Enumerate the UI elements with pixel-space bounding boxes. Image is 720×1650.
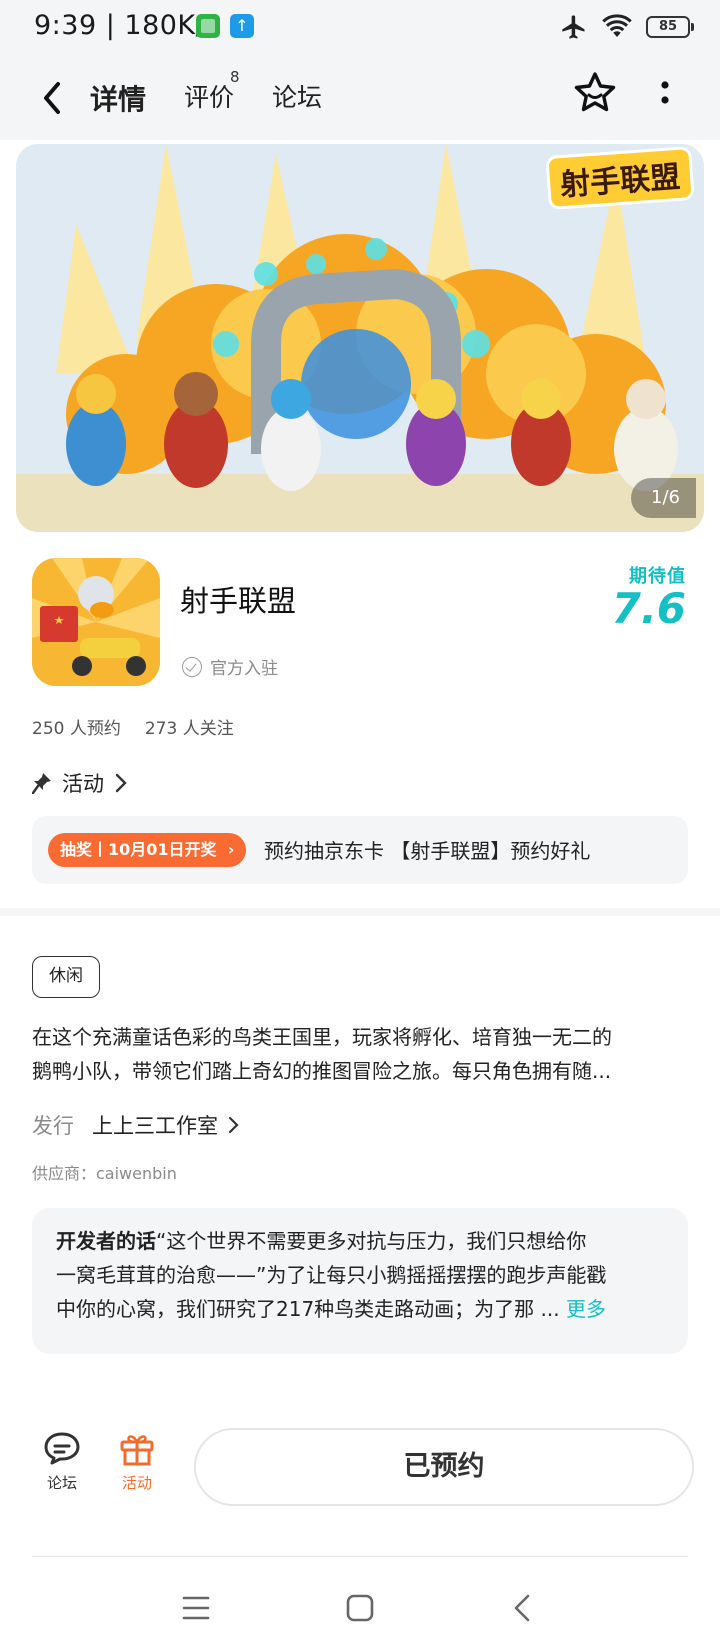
gift-icon bbox=[120, 1435, 154, 1466]
screenshot-carousel[interactable]: 射手联盟 1/6 bbox=[16, 144, 704, 532]
developer-note-text: 一窝毛茸茸的治愈——”为了让每只小鹅摇摇摆摆的跑步声能戳 bbox=[56, 1263, 607, 1287]
menu-icon[interactable] bbox=[176, 1588, 216, 1628]
section-divider bbox=[0, 908, 720, 916]
developer-note[interactable]: 开发者的话“这个世界不需要更多对抗与压力，我们只想给你 一窝毛茸茸的治愈——”为… bbox=[32, 1208, 688, 1354]
wifi-icon bbox=[602, 14, 632, 37]
top-nav: 详情 评价 8 论坛 bbox=[0, 56, 720, 140]
description-line: 鹅鸭小队，带领它们踏上奇幻的推图冒险之旅。每只角色拥有随... bbox=[32, 1059, 612, 1083]
expect-score: 7.6 bbox=[611, 584, 686, 633]
description[interactable]: 在这个充满童话色彩的鸟类王国里，玩家将孵化、培育独一无二的 鹅鸭小队，带领它们踏… bbox=[32, 1020, 688, 1088]
activity-label: 活动 bbox=[121, 1474, 152, 1492]
stats-row: 250 人预约 273 人关注 bbox=[32, 714, 234, 739]
developer-note-title: 开发者的话 bbox=[56, 1229, 156, 1253]
home-icon[interactable] bbox=[340, 1588, 380, 1628]
more-link[interactable]: 更多 bbox=[566, 1297, 606, 1321]
airplane-icon bbox=[562, 15, 585, 39]
more-icon[interactable] bbox=[650, 74, 680, 114]
status-right: 85 bbox=[560, 12, 694, 42]
system-nav-bar bbox=[0, 1570, 720, 1650]
forum-button[interactable]: 论坛 bbox=[32, 1430, 92, 1493]
tab-detail-label: 详情 bbox=[90, 83, 147, 116]
status-time: 9:39 | 180K/s bbox=[34, 10, 220, 41]
chevron-right-icon bbox=[115, 773, 127, 793]
developer-note-text: 中你的心窝，我们研究了217种鸟类走路动画；为了那 ... bbox=[56, 1297, 560, 1321]
forum-icon bbox=[44, 1432, 80, 1465]
genre-tag[interactable]: 休闲 bbox=[32, 956, 100, 998]
activity-text: 预约抽京东卡 【射手联盟】预约好礼 bbox=[264, 839, 591, 863]
activity-title: 活动 bbox=[62, 772, 104, 796]
forum-label: 论坛 bbox=[46, 1474, 77, 1492]
official-badge: 官方入驻 bbox=[182, 654, 278, 679]
chevron-right-icon: › bbox=[222, 840, 235, 859]
follower-count: 273 人关注 bbox=[144, 719, 234, 739]
chevron-right-icon bbox=[228, 1116, 239, 1134]
supplier-info: 供应商：caiwenbin bbox=[32, 1164, 177, 1183]
publisher-label: 发行 bbox=[32, 1114, 74, 1138]
carousel-counter: 1/6 bbox=[631, 478, 696, 518]
app-notification-icon bbox=[196, 14, 220, 38]
bottom-action-bar: 论坛 活动 已预约 bbox=[0, 1420, 720, 1520]
system-divider bbox=[32, 1556, 688, 1557]
star-icon[interactable] bbox=[572, 70, 618, 116]
review-count-badge: 8 bbox=[230, 68, 240, 86]
description-line: 在这个充满童话色彩的鸟类王国里，玩家将孵化、培育独一无二的 bbox=[32, 1025, 612, 1049]
status-bar: 9:39 | 180K/s ↑ 85 bbox=[0, 0, 720, 56]
activity-button[interactable]: 活动 bbox=[107, 1430, 167, 1493]
official-label: 官方入驻 bbox=[210, 659, 278, 679]
upload-notification-icon: ↑ bbox=[230, 14, 254, 38]
lottery-tag: 抽奖丨10月01日开奖 › bbox=[48, 833, 247, 867]
pin-icon bbox=[32, 773, 51, 794]
developer-note-text: “这个世界不需要更多对抗与压力，我们只想给你 bbox=[156, 1229, 587, 1253]
battery-icon: 85 bbox=[646, 16, 694, 38]
app-icon-art bbox=[32, 558, 160, 686]
back-arrow-icon[interactable] bbox=[504, 1588, 544, 1628]
publisher-name: 上上三工作室 bbox=[92, 1114, 218, 1138]
tab-detail[interactable]: 详情 bbox=[86, 78, 150, 120]
publisher-row[interactable]: 发行 上上三工作室 bbox=[32, 1110, 242, 1140]
app-icon bbox=[32, 558, 160, 686]
tab-forum[interactable]: 论坛 bbox=[272, 78, 322, 114]
activity-header[interactable]: 活动 bbox=[32, 768, 128, 798]
game-logo-badge: 射手联盟 bbox=[548, 149, 692, 207]
reserved-button[interactable]: 已预约 bbox=[194, 1428, 694, 1506]
app-name: 射手联盟 bbox=[180, 584, 297, 618]
activity-card[interactable]: 抽奖丨10月01日开奖 › 预约抽京东卡 【射手联盟】预约好礼 bbox=[32, 816, 688, 884]
lottery-tag-label: 抽奖丨10月01日开奖 bbox=[60, 840, 217, 859]
reservation-count: 250 人预约 bbox=[32, 719, 121, 739]
tab-review[interactable]: 评价 bbox=[184, 78, 234, 114]
check-circle-icon bbox=[182, 656, 202, 677]
back-icon[interactable] bbox=[34, 76, 70, 120]
